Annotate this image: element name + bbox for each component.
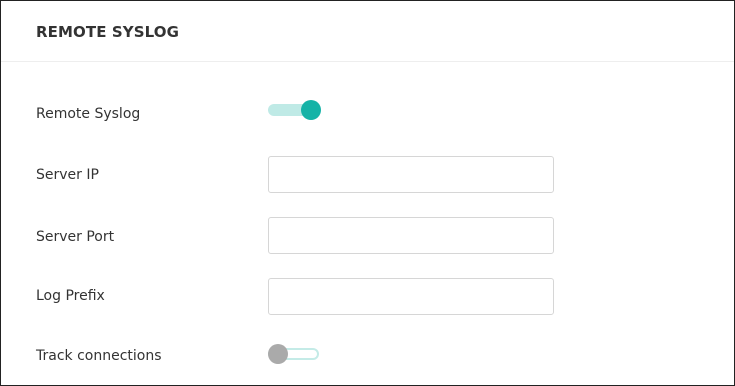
track-connections-toggle[interactable] [268, 343, 322, 365]
log-prefix-label: Log Prefix [36, 288, 105, 304]
log-prefix-input[interactable] [268, 278, 554, 315]
toggle-knob [268, 344, 288, 364]
server-port-input[interactable] [268, 217, 554, 254]
server-ip-input[interactable] [268, 156, 554, 193]
panel-header: REMOTE SYSLOG [1, 1, 734, 62]
toggle-knob [301, 100, 321, 120]
panel-title: REMOTE SYSLOG [36, 23, 180, 41]
track-connections-label: Track connections [36, 348, 162, 364]
server-port-label: Server Port [36, 229, 115, 245]
server-ip-label: Server IP [36, 167, 99, 183]
remote-syslog-label: Remote Syslog [36, 106, 141, 122]
remote-syslog-toggle[interactable] [268, 99, 322, 121]
remote-syslog-panel: REMOTE SYSLOG Remote Syslog Server IP Se… [0, 0, 735, 386]
